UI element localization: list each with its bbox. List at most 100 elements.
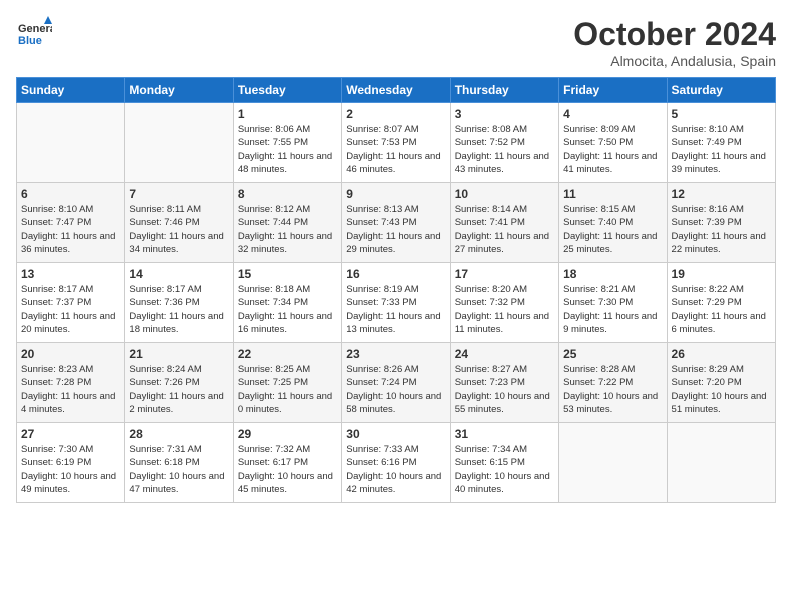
calendar-cell: 21 Sunrise: 8:24 AM Sunset: 7:26 PM Dayli… bbox=[125, 343, 233, 423]
day-number: 19 bbox=[672, 267, 771, 281]
day-info: Sunrise: 8:16 AM Sunset: 7:39 PM Dayligh… bbox=[672, 203, 771, 256]
day-info: Sunrise: 8:27 AM Sunset: 7:23 PM Dayligh… bbox=[455, 363, 554, 416]
calendar-cell: 12 Sunrise: 8:16 AM Sunset: 7:39 PM Dayli… bbox=[667, 183, 775, 263]
day-number: 30 bbox=[346, 427, 445, 441]
day-number: 31 bbox=[455, 427, 554, 441]
weekday-header-sunday: Sunday bbox=[17, 78, 125, 103]
day-info: Sunrise: 8:28 AM Sunset: 7:22 PM Dayligh… bbox=[563, 363, 662, 416]
calendar-cell: 9 Sunrise: 8:13 AM Sunset: 7:43 PM Daylig… bbox=[342, 183, 450, 263]
day-info: Sunrise: 8:23 AM Sunset: 7:28 PM Dayligh… bbox=[21, 363, 120, 416]
day-info: Sunrise: 8:22 AM Sunset: 7:29 PM Dayligh… bbox=[672, 283, 771, 336]
day-info: Sunrise: 7:33 AM Sunset: 6:16 PM Dayligh… bbox=[346, 443, 445, 496]
day-number: 14 bbox=[129, 267, 228, 281]
day-number: 2 bbox=[346, 107, 445, 121]
calendar-cell: 23 Sunrise: 8:26 AM Sunset: 7:24 PM Dayli… bbox=[342, 343, 450, 423]
day-number: 10 bbox=[455, 187, 554, 201]
day-number: 8 bbox=[238, 187, 337, 201]
calendar-cell: 15 Sunrise: 8:18 AM Sunset: 7:34 PM Dayli… bbox=[233, 263, 341, 343]
day-number: 20 bbox=[21, 347, 120, 361]
day-number: 22 bbox=[238, 347, 337, 361]
day-number: 27 bbox=[21, 427, 120, 441]
calendar-cell: 8Sunrise: 8:12 AM Sunset: 7:44 PM Daylig… bbox=[233, 183, 341, 263]
day-info: Sunrise: 8:14 AM Sunset: 7:41 PM Dayligh… bbox=[455, 203, 554, 256]
day-number: 15 bbox=[238, 267, 337, 281]
day-info: Sunrise: 8:13 AM Sunset: 7:43 PM Dayligh… bbox=[346, 203, 445, 256]
day-number: 1 bbox=[238, 107, 337, 121]
calendar-cell: 24 Sunrise: 8:27 AM Sunset: 7:23 PM Dayli… bbox=[450, 343, 558, 423]
day-number: 7 bbox=[129, 187, 228, 201]
day-info: Sunrise: 8:08 AM Sunset: 7:52 PM Dayligh… bbox=[455, 123, 554, 176]
calendar-cell bbox=[17, 103, 125, 183]
calendar-cell: 17 Sunrise: 8:20 AM Sunset: 7:32 PM Dayli… bbox=[450, 263, 558, 343]
day-info: Sunrise: 8:24 AM Sunset: 7:26 PM Dayligh… bbox=[129, 363, 228, 416]
day-number: 6 bbox=[21, 187, 120, 201]
calendar-cell: 19 Sunrise: 8:22 AM Sunset: 7:29 PM Dayli… bbox=[667, 263, 775, 343]
month-year: October 2024 bbox=[573, 16, 776, 53]
calendar-cell: 30 Sunrise: 7:33 AM Sunset: 6:16 PM Dayli… bbox=[342, 423, 450, 503]
day-number: 9 bbox=[346, 187, 445, 201]
calendar-week-5: 27 Sunrise: 7:30 AM Sunset: 6:19 PM Dayli… bbox=[17, 423, 776, 503]
calendar-week-1: 1 Sunrise: 8:06 AM Sunset: 7:55 PM Daylig… bbox=[17, 103, 776, 183]
calendar-cell: 29 Sunrise: 7:32 AM Sunset: 6:17 PM Dayli… bbox=[233, 423, 341, 503]
svg-text:Blue: Blue bbox=[18, 35, 42, 47]
calendar-cell: 6 Sunrise: 8:10 AM Sunset: 7:47 PM Daylig… bbox=[17, 183, 125, 263]
day-info: Sunrise: 8:10 AM Sunset: 7:47 PM Dayligh… bbox=[21, 203, 120, 256]
calendar-cell: 14Sunrise: 8:17 AM Sunset: 7:36 PM Dayli… bbox=[125, 263, 233, 343]
day-number: 16 bbox=[346, 267, 445, 281]
calendar-cell: 5 Sunrise: 8:10 AM Sunset: 7:49 PM Daylig… bbox=[667, 103, 775, 183]
day-number: 17 bbox=[455, 267, 554, 281]
day-number: 4 bbox=[563, 107, 662, 121]
day-info: Sunrise: 7:30 AM Sunset: 6:19 PM Dayligh… bbox=[21, 443, 120, 496]
calendar-cell: 28 Sunrise: 7:31 AM Sunset: 6:18 PM Dayli… bbox=[125, 423, 233, 503]
calendar-cell: 18 Sunrise: 8:21 AM Sunset: 7:30 PM Dayli… bbox=[559, 263, 667, 343]
calendar-cell: 13Sunrise: 8:17 AM Sunset: 7:37 PM Dayli… bbox=[17, 263, 125, 343]
calendar-week-3: 13Sunrise: 8:17 AM Sunset: 7:37 PM Dayli… bbox=[17, 263, 776, 343]
day-info: Sunrise: 8:07 AM Sunset: 7:53 PM Dayligh… bbox=[346, 123, 445, 176]
calendar-cell: 3 Sunrise: 8:08 AM Sunset: 7:52 PM Daylig… bbox=[450, 103, 558, 183]
weekday-header-wednesday: Wednesday bbox=[342, 78, 450, 103]
logo: General Blue bbox=[16, 16, 56, 52]
day-info: Sunrise: 8:21 AM Sunset: 7:30 PM Dayligh… bbox=[563, 283, 662, 336]
calendar-cell: 27 Sunrise: 7:30 AM Sunset: 6:19 PM Dayli… bbox=[17, 423, 125, 503]
calendar-cell: 25Sunrise: 8:28 AM Sunset: 7:22 PM Dayli… bbox=[559, 343, 667, 423]
calendar-cell: 7 Sunrise: 8:11 AM Sunset: 7:46 PM Daylig… bbox=[125, 183, 233, 263]
day-number: 13 bbox=[21, 267, 120, 281]
day-info: Sunrise: 8:25 AM Sunset: 7:25 PM Dayligh… bbox=[238, 363, 337, 416]
day-number: 29 bbox=[238, 427, 337, 441]
location: Almocita, Andalusia, Spain bbox=[573, 53, 776, 69]
calendar-cell bbox=[559, 423, 667, 503]
calendar-cell: 2 Sunrise: 8:07 AM Sunset: 7:53 PM Daylig… bbox=[342, 103, 450, 183]
day-number: 28 bbox=[129, 427, 228, 441]
day-info: Sunrise: 8:11 AM Sunset: 7:46 PM Dayligh… bbox=[129, 203, 228, 256]
calendar-week-4: 20 Sunrise: 8:23 AM Sunset: 7:28 PM Dayli… bbox=[17, 343, 776, 423]
day-number: 24 bbox=[455, 347, 554, 361]
day-info: Sunrise: 8:19 AM Sunset: 7:33 PM Dayligh… bbox=[346, 283, 445, 336]
calendar-cell: 16 Sunrise: 8:19 AM Sunset: 7:33 PM Dayli… bbox=[342, 263, 450, 343]
calendar-cell: 11Sunrise: 8:15 AM Sunset: 7:40 PM Dayli… bbox=[559, 183, 667, 263]
day-info: Sunrise: 8:18 AM Sunset: 7:34 PM Dayligh… bbox=[238, 283, 337, 336]
calendar-cell: 4Sunrise: 8:09 AM Sunset: 7:50 PM Daylig… bbox=[559, 103, 667, 183]
weekday-header-thursday: Thursday bbox=[450, 78, 558, 103]
weekday-header-friday: Friday bbox=[559, 78, 667, 103]
day-number: 18 bbox=[563, 267, 662, 281]
day-number: 12 bbox=[672, 187, 771, 201]
weekday-header-tuesday: Tuesday bbox=[233, 78, 341, 103]
title-block: October 2024 Almocita, Andalusia, Spain bbox=[573, 16, 776, 69]
day-number: 3 bbox=[455, 107, 554, 121]
calendar-cell: 26Sunrise: 8:29 AM Sunset: 7:20 PM Dayli… bbox=[667, 343, 775, 423]
day-info: Sunrise: 8:20 AM Sunset: 7:32 PM Dayligh… bbox=[455, 283, 554, 336]
weekday-header-saturday: Saturday bbox=[667, 78, 775, 103]
day-info: Sunrise: 8:26 AM Sunset: 7:24 PM Dayligh… bbox=[346, 363, 445, 416]
day-number: 23 bbox=[346, 347, 445, 361]
page-header: General Blue October 2024 Almocita, Anda… bbox=[16, 16, 776, 69]
calendar-cell: 10 Sunrise: 8:14 AM Sunset: 7:41 PM Dayli… bbox=[450, 183, 558, 263]
day-number: 21 bbox=[129, 347, 228, 361]
day-info: Sunrise: 8:10 AM Sunset: 7:49 PM Dayligh… bbox=[672, 123, 771, 176]
day-info: Sunrise: 7:31 AM Sunset: 6:18 PM Dayligh… bbox=[129, 443, 228, 496]
day-info: Sunrise: 7:32 AM Sunset: 6:17 PM Dayligh… bbox=[238, 443, 337, 496]
weekday-header-monday: Monday bbox=[125, 78, 233, 103]
calendar-table: SundayMondayTuesdayWednesdayThursdayFrid… bbox=[16, 77, 776, 503]
day-info: Sunrise: 8:06 AM Sunset: 7:55 PM Dayligh… bbox=[238, 123, 337, 176]
logo-icon: General Blue bbox=[16, 16, 52, 52]
day-number: 5 bbox=[672, 107, 771, 121]
